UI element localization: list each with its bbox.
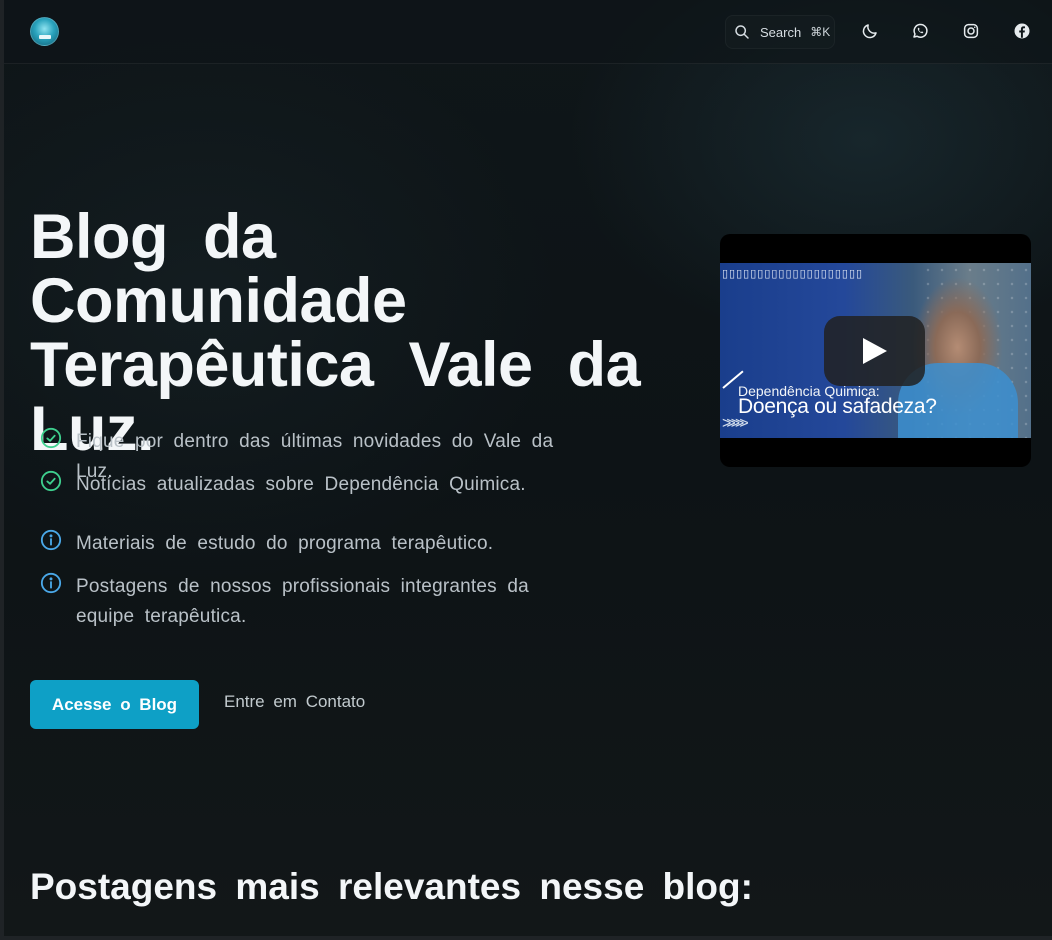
- video-embed[interactable]: ▯▯▯▯▯▯▯▯▯▯▯▯▯▯▯▯▯▯▯▯ Dependência Quimica…: [720, 234, 1031, 467]
- page: Search ⌘K Blog da Comunidade Terapêutica…: [4, 0, 1052, 936]
- top-navbar: Search ⌘K: [4, 0, 1052, 64]
- chevrons-decoration: >>>>>: [722, 415, 749, 432]
- search-button[interactable]: Search ⌘K: [725, 15, 835, 49]
- hero-title-line2: Terapêutica Vale da: [30, 330, 641, 400]
- play-icon: [862, 338, 887, 364]
- instagram-icon[interactable]: [961, 21, 981, 41]
- search-label: Search: [760, 24, 802, 40]
- search-shortcut: ⌘K: [810, 25, 831, 39]
- section-title: Postagens mais relevantes nesse blog:: [30, 866, 753, 907]
- whatsapp-icon[interactable]: [910, 21, 930, 41]
- video-channel-text: ▯▯▯▯▯▯▯▯▯▯▯▯▯▯▯▯▯▯▯▯: [722, 267, 864, 280]
- info-circle-icon: [40, 572, 62, 594]
- feature-text: Postagens de nossos profissionais integr…: [76, 576, 529, 627]
- hero-title: Blog da Comunidade Terapêutica Vale da L…: [30, 205, 680, 461]
- video-thumbnail[interactable]: ▯▯▯▯▯▯▯▯▯▯▯▯▯▯▯▯▯▯▯▯ Dependência Quimica…: [720, 263, 1031, 438]
- site-logo[interactable]: [30, 17, 59, 46]
- feature-text: Notícias atualizadas sobre Dependência Q…: [76, 474, 526, 495]
- video-caption-large: Doença ou safadeza?: [738, 395, 937, 418]
- check-circle-icon: [40, 427, 62, 449]
- search-icon: [735, 25, 749, 39]
- facebook-icon[interactable]: [1012, 21, 1032, 41]
- feature-item: Postagens de nossos profissionais integr…: [40, 572, 600, 632]
- check-circle-icon: [40, 470, 62, 492]
- info-circle-icon: [40, 529, 62, 551]
- contact-link[interactable]: Entre em Contato: [224, 692, 365, 712]
- feature-text: Materiais de estudo do programa terapêut…: [76, 533, 494, 554]
- moon-icon[interactable]: [860, 21, 880, 41]
- feature-item: Notícias atualizadas sobre Dependência Q…: [40, 470, 600, 500]
- feature-item: Materiais de estudo do programa terapêut…: [40, 529, 600, 559]
- hero-title-line1: Blog da Comunidade: [30, 202, 407, 336]
- play-button[interactable]: [824, 316, 925, 386]
- access-blog-button[interactable]: Acesse o Blog: [30, 680, 199, 729]
